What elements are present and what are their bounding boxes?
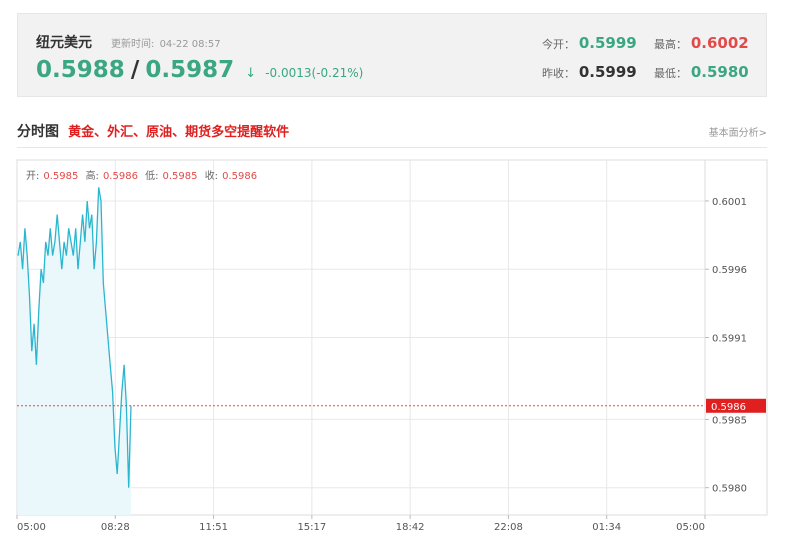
ohlc-high-label: 高: xyxy=(85,171,99,182)
y-tick-label: 0.5980 xyxy=(712,484,747,495)
y-tick-label: 0.5991 xyxy=(712,334,747,345)
ohlc-open-label: 开: xyxy=(26,171,40,182)
x-tick-label: 15:17 xyxy=(297,522,326,533)
x-tick-label: 05:00 xyxy=(676,522,705,533)
ohlc-open-value: 0.5985 xyxy=(43,171,79,182)
current-price-label: 0.5986 xyxy=(711,402,746,413)
x-tick-label: 22:08 xyxy=(494,522,523,533)
x-tick-label: 01:34 xyxy=(592,522,621,533)
ohlc-high-value: 0.5986 xyxy=(102,171,138,182)
x-tick-label: 05:00 xyxy=(17,522,46,533)
ohlc-low-label: 低: xyxy=(145,171,159,182)
intraday-chart: 05:00 08:28 11:51 15:17 18:42 22:08 01:34 05:00… xyxy=(0,0,800,560)
ohlc-low-value: 0.5985 xyxy=(162,171,198,182)
y-tick-label: 0.5985 xyxy=(712,415,747,426)
y-tick-label: 0.6001 xyxy=(712,197,747,208)
y-tick-label: 0.5996 xyxy=(712,265,747,276)
ohlc-readout: 开: 0.5985 高: 0.5986 低: 0.5985 收: 0.5986 xyxy=(26,167,261,182)
chart-svg: 05:00 08:28 11:51 15:17 18:42 22:08 01:34 05:00… xyxy=(16,159,768,533)
ohlc-close-label: 收: xyxy=(204,171,219,182)
ohlc-close-value: 0.5986 xyxy=(222,171,258,182)
x-tick-label: 18:42 xyxy=(396,522,425,533)
x-tick-label: 08:28 xyxy=(101,522,130,533)
x-tick-label: 11:51 xyxy=(199,522,228,533)
